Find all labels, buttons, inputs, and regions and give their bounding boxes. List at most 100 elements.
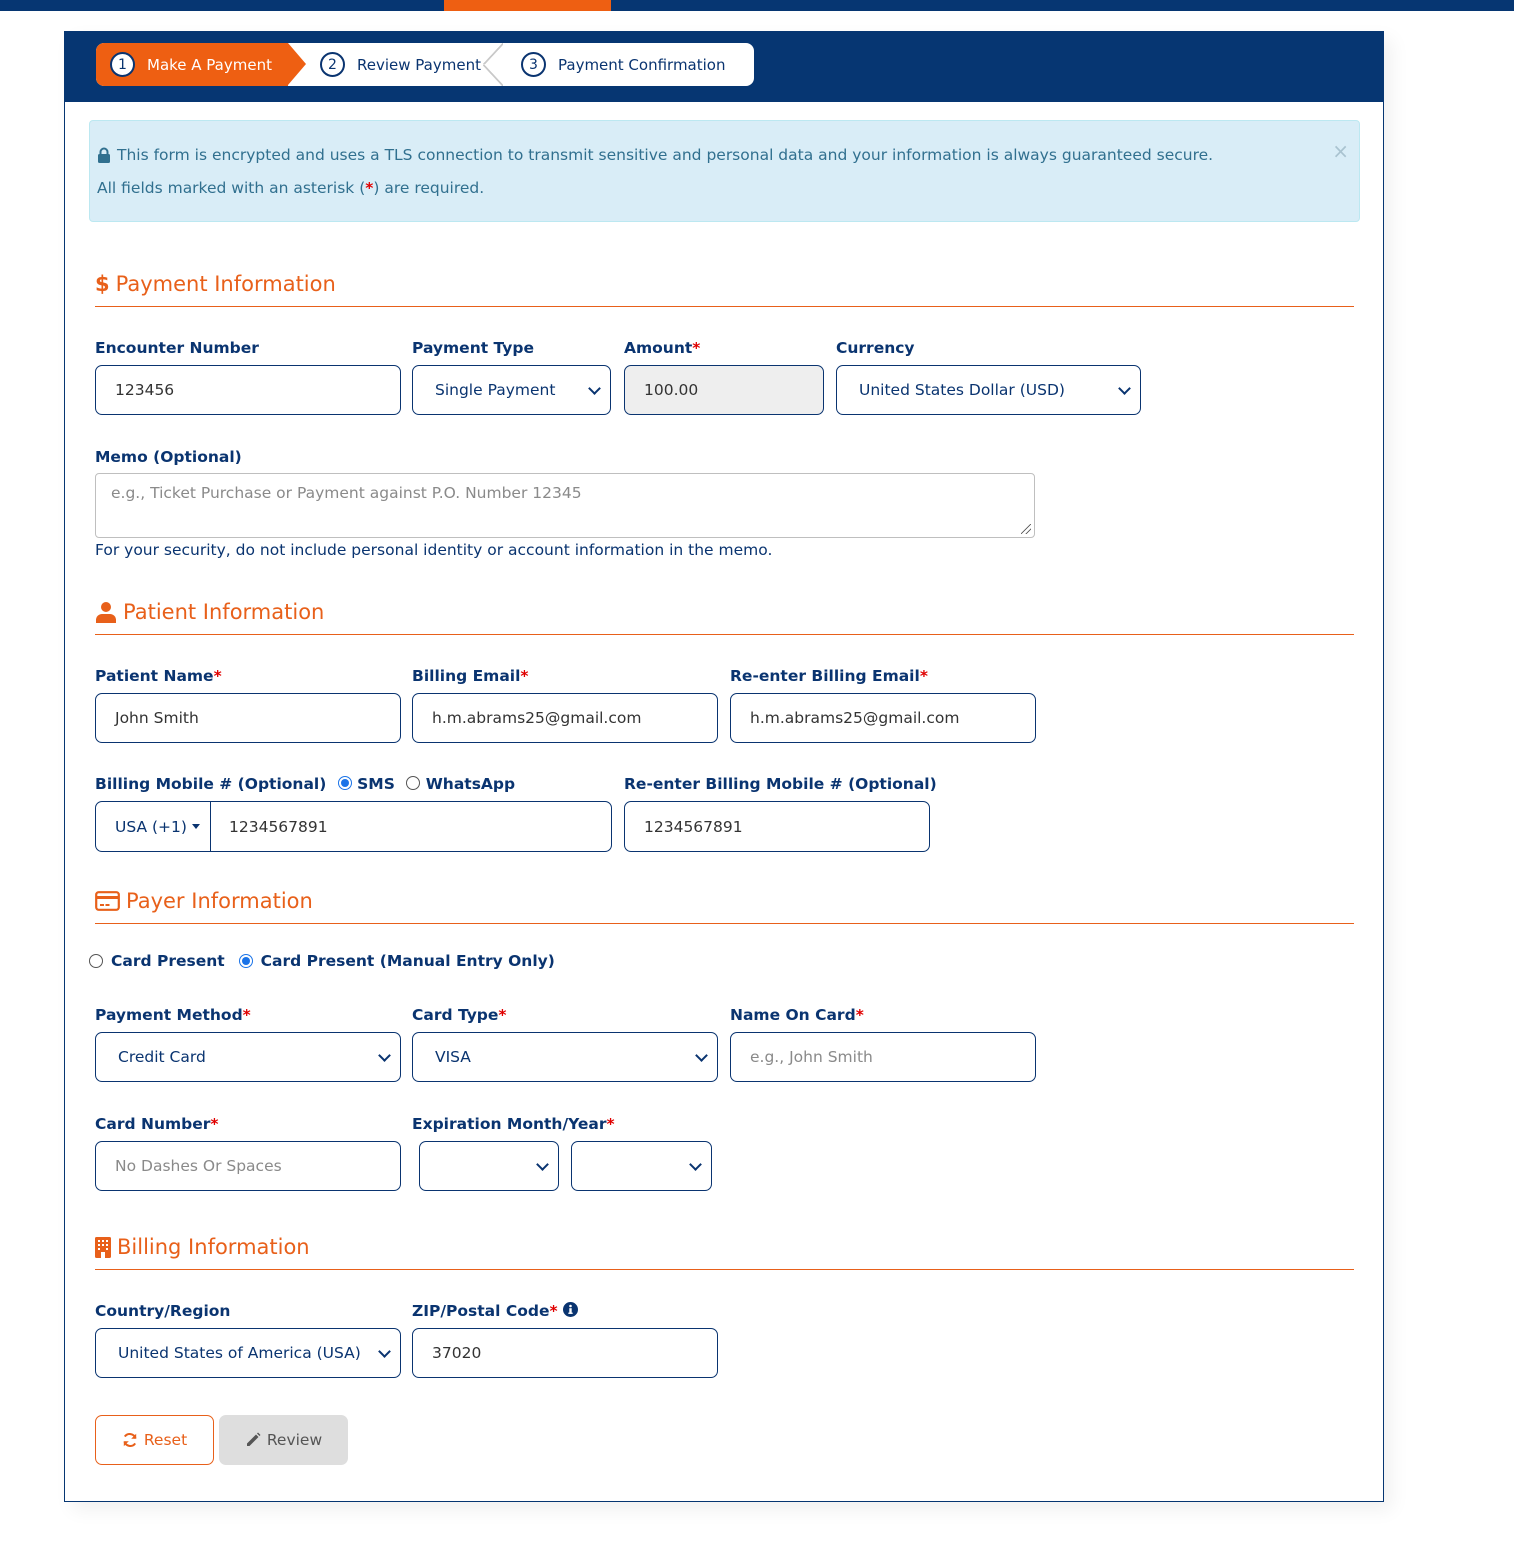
resize-handle-icon[interactable] [1021,524,1031,534]
name-on-card-input[interactable]: e.g., John Smith [730,1032,1036,1082]
name-on-card-placeholder: e.g., John Smith [750,1048,873,1066]
payment-type-select[interactable]: Single Payment [412,365,611,415]
step-number: 1 [110,52,135,77]
chevron-down-icon [689,1158,702,1171]
caret-down-icon [191,824,200,829]
required-star: * [855,1006,864,1024]
step-review-payment[interactable]: 2 Review Payment [288,43,503,86]
step-label: Make A Payment [147,55,272,74]
billing-email-input[interactable]: h.m.abrams25@gmail.com [412,693,718,743]
top-bar-accent [444,0,611,11]
required-note-text: All fields marked with an asterisk ( [97,179,366,197]
billing-mobile-value: 1234567891 [229,817,328,836]
payment-method-value: Credit Card [118,1048,206,1066]
review-button[interactable]: Review [219,1415,348,1465]
section-title: Payment Information [115,272,336,296]
expiration-year-select[interactable] [571,1141,712,1191]
whatsapp-radio[interactable] [406,776,421,790]
amount-label-text: Amount [624,339,693,357]
reenter-email-label-text: Re-enter Billing Email [730,667,920,685]
reenter-mobile-value: 1234567891 [644,817,743,836]
required-star: * [692,339,701,357]
patient-name-input[interactable]: John Smith [95,693,401,743]
step-number: 2 [320,52,345,77]
chevron-down-icon [695,1049,708,1062]
step-payment-confirmation[interactable]: 3 Payment Confirmation [493,43,725,86]
chevron-down-icon [588,382,601,395]
section-patient-information: Patient Information [95,600,324,624]
required-star: * [606,1115,615,1133]
currency-select[interactable]: United States Dollar (USD) [836,365,1141,415]
memo-textarea[interactable]: e.g., Ticket Purchase or Payment against… [95,473,1035,538]
billing-mobile-input[interactable]: 1234567891 [211,802,611,851]
step-label: Review Payment [357,55,481,74]
payment-form-card: 1 Make A Payment 2 Review Payment 3 Paym… [64,31,1384,1502]
encounter-number-label: Encounter Number [95,339,259,357]
sms-radio[interactable] [337,776,352,790]
encounter-number-input[interactable]: 123456 [95,365,401,415]
name-on-card-label: Name On Card* [730,1006,864,1024]
section-payment-information: $ Payment Information [95,272,336,296]
payment-method-label-text: Payment Method [95,1006,243,1024]
refresh-icon [123,1433,137,1447]
zip-input[interactable]: 37020 [412,1328,718,1378]
close-icon[interactable]: × [1332,139,1349,163]
expiration-month-select[interactable] [419,1141,559,1191]
alert-text: This form is encrypted and uses a TLS co… [117,146,1214,164]
whatsapp-label[interactable]: WhatsApp [426,775,515,793]
manual-entry-label[interactable]: Card Present (Manual Entry Only) [261,952,555,970]
payment-type-label: Payment Type [412,339,534,357]
reenter-email-input[interactable]: h.m.abrams25@gmail.com [730,693,1036,743]
reenter-mobile-input[interactable]: 1234567891 [624,801,930,852]
section-payer-information: Payer Information [95,889,313,913]
amount-value: 100.00 [644,381,699,399]
card-present-label[interactable]: Card Present [111,952,225,970]
step-number: 3 [521,52,546,77]
section-billing-information: Billing Information [95,1235,310,1259]
country-code-value: USA (+1) [115,817,187,836]
payment-method-select[interactable]: Credit Card [95,1032,401,1082]
billing-mobile-label: Billing Mobile # (Optional) SMS WhatsApp [95,775,515,793]
sms-label[interactable]: SMS [357,775,395,793]
expiration-label-text: Expiration Month/Year [412,1115,607,1133]
zip-value: 37020 [432,1344,482,1362]
required-note: All fields marked with an asterisk (*) a… [97,179,484,197]
required-star: * [210,1115,219,1133]
credit-card-icon [95,891,120,911]
pencil-icon [246,1432,261,1446]
section-divider [95,306,1354,307]
patient-name-value: John Smith [115,709,199,727]
security-alert: This form is encrypted and uses a TLS co… [89,120,1360,222]
review-label: Review [266,1431,323,1449]
zip-label-text: ZIP/Postal Code [412,1302,550,1320]
card-number-label-text: Card Number [95,1115,211,1133]
country-region-label: Country/Region [95,1302,231,1320]
lock-icon [98,147,110,163]
expiration-label: Expiration Month/Year* [412,1115,615,1133]
currency-value: United States Dollar (USD) [859,381,1065,399]
memo-help-text: For your security, do not include person… [95,541,773,559]
section-title: Patient Information [123,600,325,624]
section-title: Payer Information [126,889,313,913]
reset-label: Reset [143,1431,188,1449]
chevron-down-icon [378,1049,391,1062]
user-icon [96,602,116,623]
step-make-payment[interactable]: 1 Make A Payment [96,43,306,86]
required-star: * [919,667,928,685]
reset-button[interactable]: Reset [95,1415,214,1465]
step-label: Payment Confirmation [558,55,726,74]
billing-email-value: h.m.abrams25@gmail.com [432,709,642,727]
card-type-select[interactable]: VISA [412,1032,718,1082]
required-star: * [549,1302,558,1320]
chevron-down-icon [536,1158,549,1171]
country-region-select[interactable]: United States of America (USA) [95,1328,401,1378]
manual-entry-radio[interactable] [238,954,253,968]
encounter-number-value: 123456 [115,381,175,399]
country-code-dropdown[interactable]: USA (+1) [96,802,211,851]
info-icon[interactable] [563,1302,578,1317]
amount-input[interactable]: 100.00 [624,365,824,415]
reenter-email-label: Re-enter Billing Email* [730,667,928,685]
card-number-input[interactable]: No Dashes Or Spaces [95,1141,401,1191]
card-present-radio[interactable] [89,954,103,968]
reenter-mobile-label: Re-enter Billing Mobile # (Optional) [624,775,937,793]
